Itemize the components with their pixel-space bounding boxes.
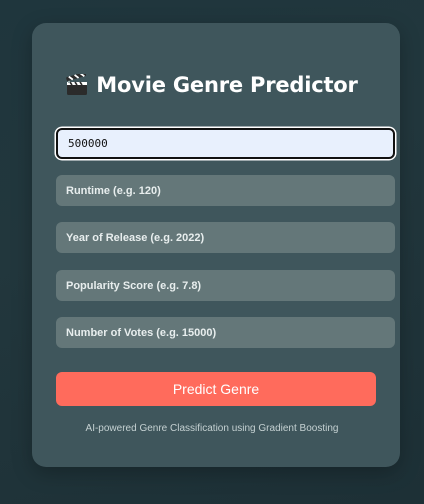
app-title-text: Movie Genre Predictor (96, 73, 358, 97)
predict-genre-button[interactable]: Predict Genre (56, 372, 376, 406)
votes-input[interactable] (56, 317, 395, 348)
runtime-input[interactable] (56, 175, 395, 206)
clapperboard-icon (66, 72, 88, 96)
budget-input[interactable] (56, 128, 395, 159)
page-title: Movie Genre Predictor (0, 72, 424, 97)
popularity-input[interactable] (56, 270, 395, 301)
year-input[interactable] (56, 222, 395, 253)
footer-caption: AI-powered Genre Classification using Gr… (85, 423, 339, 434)
